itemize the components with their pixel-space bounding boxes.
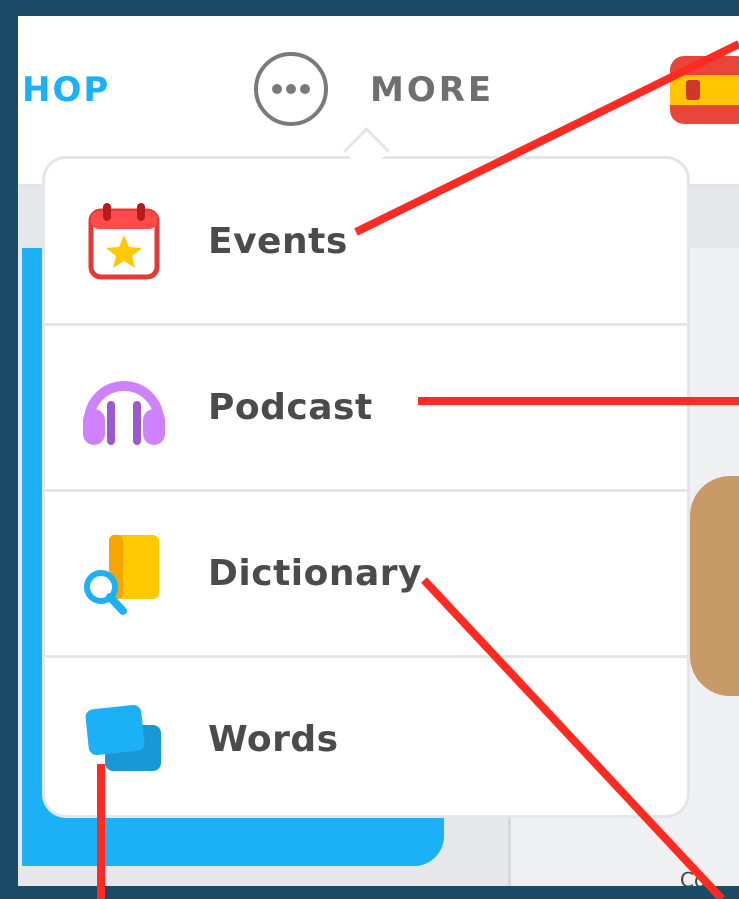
menu-item-label: Words <box>208 718 339 760</box>
calendar-star-icon <box>88 203 160 280</box>
nav-shop-link[interactable]: HOP <box>22 70 110 110</box>
nav-more-label[interactable]: MORE <box>370 70 494 110</box>
book-search-icon <box>84 535 159 615</box>
menu-item-podcast[interactable]: Podcast <box>45 325 687 492</box>
more-dropdown-menu: Events Podcast Dictionary Words <box>42 156 690 818</box>
headphones-icon <box>83 381 165 445</box>
background-text-fragment: Co <box>680 868 707 886</box>
menu-item-label: Podcast <box>208 386 373 428</box>
app-viewport: Co HOP MORE Events Podcast Dictionary Wo… <box>18 16 739 886</box>
menu-item-words[interactable]: Words <box>45 657 687 815</box>
menu-item-events[interactable]: Events <box>45 159 687 326</box>
ellipsis-icon[interactable] <box>254 52 328 126</box>
menu-item-label: Dictionary <box>208 552 422 594</box>
spain-flag-icon[interactable] <box>670 56 739 124</box>
menu-item-label: Events <box>208 220 348 262</box>
flashcards-icon <box>85 704 161 771</box>
background-illustration <box>690 476 739 696</box>
menu-item-dictionary[interactable]: Dictionary <box>45 491 687 658</box>
